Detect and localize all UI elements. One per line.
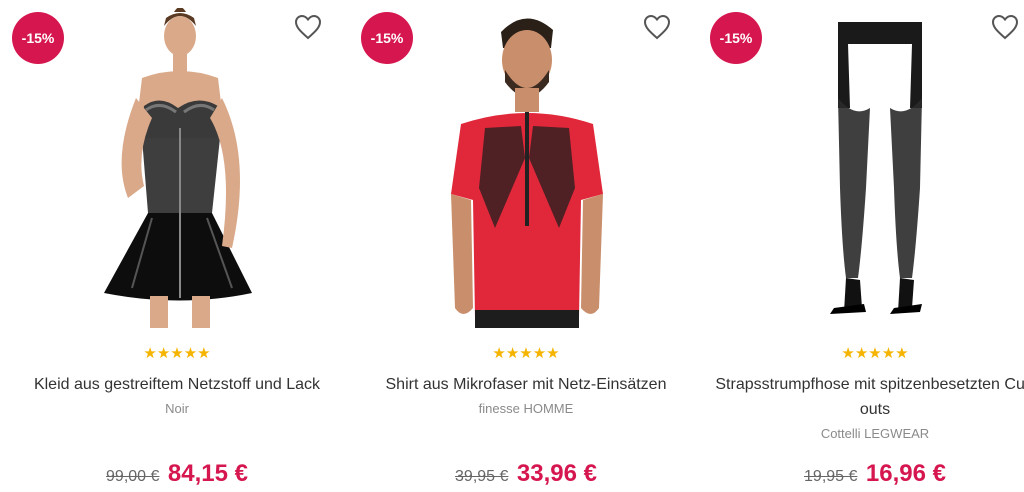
rating-stars: ★★★★★ — [143, 345, 211, 362]
old-price: 99,00 € — [106, 468, 160, 485]
old-price: 39,95 € — [455, 468, 509, 485]
product-image[interactable] — [52, 8, 302, 328]
product-brand: Noir — [165, 401, 189, 416]
product-card[interactable]: -15% ★★★★★ Kleid aus gestreiftem Netzsto… — [12, 0, 342, 492]
product-image[interactable] — [401, 8, 651, 328]
product-title[interactable]: Shirt aus Mikrofaser mit Netz-Einsätzen — [361, 372, 691, 397]
product-card[interactable]: -15% ★★★★★ Strapsstrumpfhose mit spitzen… — [710, 0, 1024, 492]
product-image[interactable] — [750, 8, 1000, 328]
product-title[interactable]: Kleid aus gestreiftem Netzstoff und Lack — [12, 372, 342, 397]
price-block: 19,95 € 16,96 € — [710, 460, 1024, 488]
rating-stars: ★★★★★ — [492, 345, 560, 362]
price-block: 39,95 € 33,96 € — [361, 460, 691, 488]
price-block: 99,00 € 84,15 € — [12, 460, 342, 488]
sale-price: 84,15 € — [167, 460, 248, 487]
product-title[interactable]: Strapsstrumpfhose mit spitzenbesetzten C… — [710, 372, 1024, 422]
old-price: 19,95 € — [804, 468, 858, 485]
product-brand: Cottelli LEGWEAR — [820, 426, 930, 441]
product-grid: -15% ★★★★★ Kleid aus gestreiftem Netzsto… — [0, 0, 1024, 492]
sale-price: 16,96 € — [865, 460, 946, 487]
product-brand: finesse HOMME — [478, 401, 574, 416]
product-card[interactable]: -15% ★★★★★ Shirt aus Mikrofaser mit Netz… — [361, 0, 691, 492]
sale-price: 33,96 € — [516, 460, 597, 487]
rating-stars: ★★★★★ — [841, 345, 909, 362]
